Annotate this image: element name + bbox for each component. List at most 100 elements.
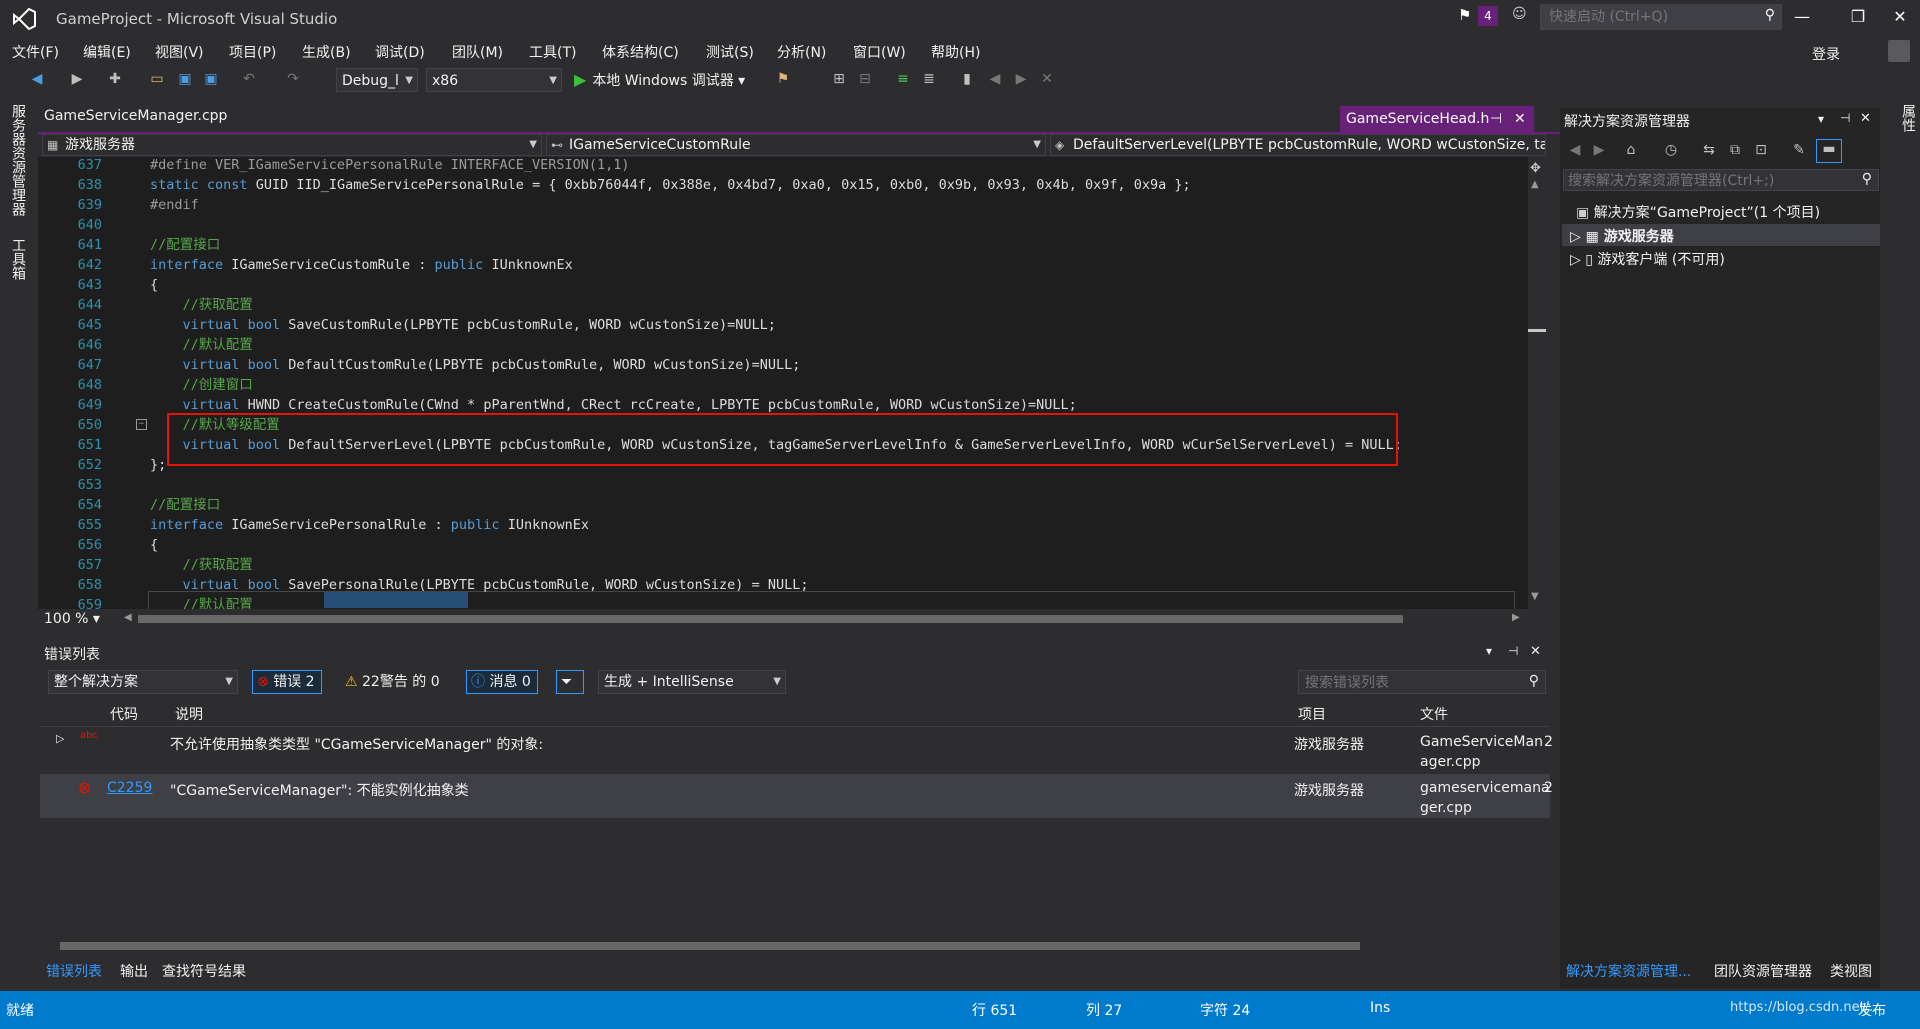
minimize-button[interactable]: — — [1784, 4, 1820, 30]
close-panel-icon[interactable]: ✕ — [1530, 644, 1541, 659]
feedback-icon[interactable]: ☺ — [1512, 6, 1527, 22]
collapse-icon[interactable]: − — [136, 419, 147, 430]
solution-node[interactable]: ▣ 解决方案“GameProject”(1 个项目) — [1576, 202, 1820, 222]
preview-icon[interactable]: ▬ — [1816, 139, 1842, 163]
tab-team-explorer[interactable]: 团队资源管理器 — [1714, 961, 1812, 981]
uncomment-icon[interactable]: ≣ — [920, 70, 938, 88]
forward-icon[interactable]: ▶ — [1590, 141, 1608, 159]
back-icon[interactable]: ◀ — [1566, 141, 1584, 159]
menu-team[interactable]: 团队(M) — [452, 42, 503, 62]
search-icon[interactable]: ⚲ — [1862, 171, 1872, 187]
pin-icon[interactable]: ⊣ — [1840, 111, 1850, 125]
tab-solution-explorer[interactable]: 解决方案资源管理... — [1566, 961, 1691, 981]
close-window-button[interactable]: ✕ — [1882, 4, 1918, 30]
table-row[interactable]: ⊗ C2259 "CGameServiceManager": 不能实例化抽象类 … — [40, 774, 1553, 818]
close-tab-icon[interactable]: ✕ — [1514, 106, 1526, 132]
menu-debug[interactable]: 调试(D) — [375, 42, 425, 62]
close-panel-icon[interactable]: ✕ — [1860, 111, 1871, 126]
bottom-tab-error-list[interactable]: 错误列表 — [46, 961, 102, 981]
warnings-filter-button[interactable]: ⚠ 22警告 的 0 — [340, 670, 447, 694]
login-link[interactable]: 登录 — [1812, 44, 1840, 64]
error-search-input[interactable] — [1299, 671, 1507, 695]
build-source-combo[interactable]: 生成 + IntelliSense ▼ — [598, 670, 786, 694]
project-node-client[interactable]: ▷ ▯ 游戏客户端 (不可用) — [1570, 249, 1725, 269]
save-all-icon[interactable]: ▣ — [202, 70, 220, 88]
column-code[interactable]: 代码 — [110, 704, 138, 724]
prev-bookmark-icon[interactable]: ◀ — [986, 70, 1004, 88]
project-nav-combo[interactable]: ▦ 游戏服务器 ▼ — [42, 134, 542, 156]
notification-flag-icon[interactable]: ⚑ — [1458, 6, 1474, 24]
configuration-combo[interactable]: Debug_l ▼ — [336, 68, 418, 92]
menu-architecture[interactable]: 体系结构(C) — [602, 42, 679, 62]
restore-button[interactable]: ❐ — [1840, 4, 1876, 30]
menu-test[interactable]: 测试(S) — [706, 42, 754, 62]
home-icon[interactable]: ⌂ — [1622, 141, 1640, 159]
search-icon[interactable]: ⚲ — [1765, 7, 1775, 23]
pin-icon[interactable]: ⊣ — [1508, 644, 1518, 658]
errors-filter-button[interactable]: ⊗ 错误 2 — [252, 670, 322, 694]
panel-menu-icon[interactable]: ▾ — [1818, 112, 1824, 126]
scroll-up-icon[interactable]: ▲ — [1531, 179, 1539, 190]
quick-launch-input[interactable] — [1541, 5, 1751, 29]
undo-icon[interactable]: ↶ — [240, 70, 258, 88]
editor-vertical-scrollbar[interactable]: ✥ ▲ ▼ — [1528, 157, 1546, 609]
tab-class-view[interactable]: 类视图 — [1830, 961, 1872, 981]
scrollbar-thumb[interactable] — [1528, 329, 1546, 332]
back-icon[interactable]: ◀ — [28, 70, 46, 88]
menu-project[interactable]: 项目(P) — [229, 42, 276, 62]
quick-launch-box[interactable]: ⚲ — [1540, 4, 1782, 30]
toggle-icon[interactable]: ⊟ — [856, 70, 874, 88]
new-project-icon[interactable]: ✚ — [106, 70, 124, 88]
column-project[interactable]: 项目 — [1298, 704, 1326, 724]
properties-icon[interactable]: ✎ — [1790, 141, 1808, 159]
menu-window[interactable]: 窗口(W) — [853, 42, 906, 62]
column-file[interactable]: 文件 — [1420, 704, 1448, 724]
clear-bookmarks-icon[interactable]: ✕ — [1038, 70, 1056, 88]
pending-changes-icon[interactable]: ◷ — [1662, 141, 1680, 159]
solution-config-icon[interactable]: ⊞ — [830, 70, 848, 88]
publish-button[interactable]: 发布 — [1858, 1000, 1886, 1020]
error-scope-combo[interactable]: 整个解决方案 ▼ — [48, 670, 238, 694]
scope-nav-combo[interactable]: ⊷ IGameServiceCustomRule ▼ — [546, 134, 1046, 156]
tab-gameservicemanager-cpp[interactable]: GameServiceManager.cpp — [44, 108, 227, 124]
scroll-down-icon[interactable]: ▼ — [1531, 591, 1539, 602]
code-editor[interactable]: 637 #define VER_IGameServicePersonalRule … — [38, 157, 1528, 609]
split-icon[interactable]: ✥ — [1530, 161, 1541, 176]
notification-count-badge[interactable]: 4 — [1478, 6, 1498, 26]
error-code-link[interactable]: C2259 — [107, 780, 152, 796]
member-nav-combo[interactable]: ◈ DefaultServerLevel(LPBYTE pcbCustomRule… — [1050, 134, 1546, 156]
menu-view[interactable]: 视图(V) — [155, 42, 204, 62]
expand-icon[interactable]: ▷ — [1570, 229, 1581, 245]
menu-help[interactable]: 帮助(H) — [931, 42, 980, 62]
menu-build[interactable]: 生成(B) — [302, 42, 351, 62]
panel-menu-icon[interactable]: ▾ — [1486, 644, 1492, 658]
messages-filter-button[interactable]: ⓘ 消息 0 — [466, 670, 538, 694]
save-icon[interactable]: ▣ — [176, 70, 194, 88]
toolbox-tab[interactable]: 工具箱 — [8, 238, 28, 280]
table-row[interactable]: ▷ abc 不允许使用抽象类类型 "CGameServiceManager" 的… — [40, 728, 1553, 772]
tab-gameservicehead-h[interactable]: GameServiceHead.h ⊣ ✕ — [1340, 106, 1534, 132]
expand-icon[interactable]: ▷ — [1570, 252, 1581, 268]
collapse-all-icon[interactable]: ⧉ — [1726, 141, 1744, 159]
sync-icon[interactable]: ⇆ — [1700, 141, 1718, 159]
redo-icon[interactable]: ↷ — [284, 70, 302, 88]
menu-tools[interactable]: 工具(T) — [529, 42, 576, 62]
solution-search-input[interactable] — [1564, 170, 1840, 192]
forward-icon[interactable]: ▶ — [68, 70, 86, 88]
platform-combo[interactable]: x86 ▼ — [426, 68, 562, 92]
solution-search-box[interactable]: ⚲ — [1563, 169, 1879, 192]
bottom-tab-output[interactable]: 输出 — [120, 961, 148, 981]
show-all-files-icon[interactable]: ⊡ — [1752, 141, 1770, 159]
scroll-left-icon[interactable]: ◀ — [124, 612, 132, 623]
zoom-level[interactable]: 100 % ▾ — [44, 611, 100, 627]
server-explorer-tab[interactable]: 服务器资源管理器 — [8, 104, 28, 216]
bottom-tab-find-symbol[interactable]: 查找符号结果 — [162, 961, 246, 981]
open-file-icon[interactable]: ▭ — [148, 70, 166, 88]
account-icon[interactable] — [1888, 40, 1910, 62]
pin-icon[interactable]: ⊣ — [1490, 106, 1502, 132]
menu-analyze[interactable]: 分析(N) — [777, 42, 826, 62]
bookmark-icon[interactable]: ▮ — [958, 70, 976, 88]
project-node-server[interactable]: ▷ ▦ 游戏服务器 — [1570, 226, 1674, 246]
error-list-hscroll-thumb[interactable] — [60, 942, 1360, 950]
menu-edit[interactable]: 编辑(E) — [83, 42, 131, 62]
